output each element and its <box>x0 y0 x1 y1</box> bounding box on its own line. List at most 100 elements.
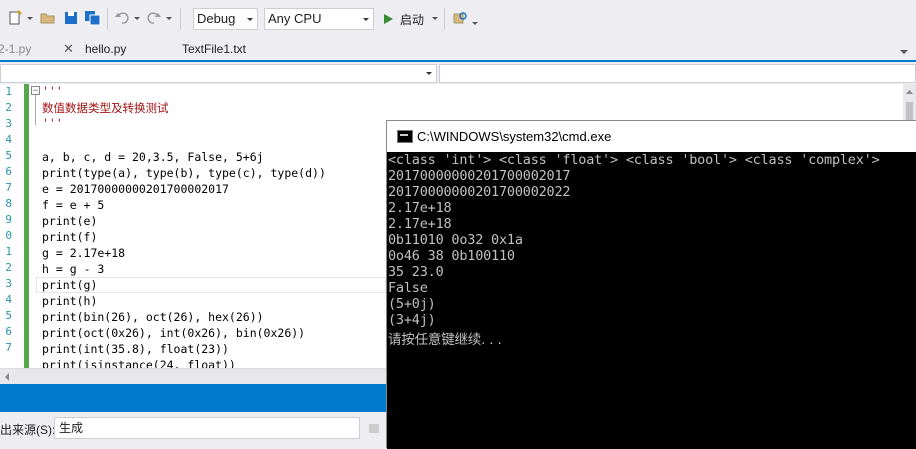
console-line: 请按任意键继续. . . <box>388 332 502 348</box>
line-number: 6 <box>5 325 12 338</box>
scrollbar-thumb[interactable] <box>906 102 913 120</box>
platform-select[interactable]: Any CPU <box>264 8 374 30</box>
scope-select[interactable] <box>0 64 437 83</box>
console-line: 20170000000201700002017 <box>388 168 571 184</box>
change-tracking-bar <box>24 84 29 368</box>
tab-2-1-py[interactable]: 2-1.py <box>0 42 31 56</box>
code-line: print(int(35.8), float(23)) <box>42 342 229 356</box>
output-source-value: 生成 <box>59 421 84 435</box>
console-app-icon <box>397 130 413 143</box>
line-number: 4 <box>5 133 12 146</box>
code-line: print(e) <box>42 214 98 228</box>
code-line: ''' <box>42 116 63 130</box>
new-project-dropdown-icon[interactable] <box>27 17 33 20</box>
line-number: 3 <box>5 277 12 290</box>
tab-label: TextFile1.txt <box>182 42 247 56</box>
output-source-label: 出来源(S): <box>0 423 56 437</box>
code-line: print(oct(0x26), int(0x26), bin(0x26)) <box>42 326 306 340</box>
line-number: 3 <box>5 117 12 130</box>
code-line: h = g - 3 <box>42 262 105 276</box>
horizontal-scrollbar[interactable] <box>0 368 386 384</box>
code-line: print(bin(26), oct(26), hex(26)) <box>42 310 264 324</box>
console-line: 35 23.0 <box>388 264 444 280</box>
new-project-icon[interactable] <box>6 9 24 27</box>
code-line: a, b, c, d = 20,3.5, False, 5+6j <box>42 150 264 164</box>
toolbar-overflow-icon[interactable] <box>472 22 478 25</box>
console-output: <class 'int'> <class 'float'> <class 'bo… <box>387 152 916 449</box>
panel-title-bar <box>0 384 386 412</box>
scroll-up-icon[interactable] <box>903 86 916 98</box>
chevron-down-icon <box>247 18 253 21</box>
solution-config-value: Debug <box>197 11 236 26</box>
close-icon[interactable]: ✕ <box>63 41 74 57</box>
chevron-down-icon <box>426 72 432 75</box>
console-line: False <box>388 280 428 296</box>
code-line: print(f) <box>42 230 98 244</box>
tab-list-dropdown-icon[interactable] <box>899 46 909 56</box>
console-title: C:\WINDOWS\system32\cmd.exe <box>417 129 612 144</box>
undo-icon[interactable] <box>113 9 131 27</box>
code-line: 数值数据类型及转换测试 <box>42 101 169 115</box>
play-icon <box>384 14 393 24</box>
console-line: 2.17e+18 <box>388 216 452 232</box>
document-tab-bar: 2-1.py ✕ hello.py TextFile1.txt <box>0 38 916 62</box>
line-number: 2 <box>5 261 12 274</box>
undo-dropdown-icon[interactable] <box>134 17 140 20</box>
code-line: f = e + 5 <box>42 198 105 212</box>
line-number: 1 <box>5 245 12 258</box>
console-line: 20170000000201700002022 <box>388 184 571 200</box>
code-line: print(type(a), type(b), type(c), type(d)… <box>42 166 326 180</box>
code-line: e = 20170000000201700002017 <box>42 182 229 196</box>
start-dropdown-icon[interactable] <box>432 17 438 20</box>
toolbar-separator <box>107 8 108 30</box>
line-number: 9 <box>5 213 12 226</box>
navigation-bar <box>0 63 916 83</box>
console-line: <class 'int'> <class 'float'> <class 'bo… <box>388 152 880 168</box>
code-line: ''' <box>42 84 63 98</box>
redo-icon[interactable] <box>145 9 163 27</box>
code-line: print(h) <box>42 294 98 308</box>
member-select[interactable] <box>439 64 916 83</box>
line-number: 8 <box>5 197 12 210</box>
scroll-left-icon[interactable] <box>2 372 12 382</box>
toolbar: Debug Any CPU 启动 <box>0 0 916 38</box>
console-line: (3+4j) <box>388 312 436 328</box>
console-line: 2.17e+18 <box>388 200 452 216</box>
save-icon[interactable] <box>62 9 80 27</box>
save-all-icon[interactable] <box>84 9 102 27</box>
output-panel-toolbar: 出来源(S): 生成 <box>0 412 386 448</box>
line-number: 4 <box>5 293 12 306</box>
console-window[interactable]: C:\WINDOWS\system32\cmd.exe <class 'int'… <box>386 120 916 449</box>
platform-value: Any CPU <box>268 11 322 26</box>
line-number: 1 <box>5 85 12 98</box>
line-number: 7 <box>5 181 12 194</box>
redo-dropdown-icon[interactable] <box>166 17 172 20</box>
output-source-select[interactable]: 生成 <box>54 417 360 439</box>
chevron-down-icon <box>363 18 369 21</box>
toolbar-separator <box>180 8 181 30</box>
console-line: 0o46 38 0b100110 <box>388 248 515 264</box>
line-number-gutter: 1 2 3 4 5 6 7 8 9 0 1 2 3 4 5 6 7 <box>0 84 24 368</box>
collapse-region-icon[interactable]: − <box>31 86 40 95</box>
open-folder-icon[interactable] <box>39 9 57 27</box>
tab-hello-py[interactable]: hello.py <box>85 42 126 56</box>
line-number: 5 <box>5 149 12 162</box>
tab-label: hello.py <box>85 42 127 56</box>
console-line: (5+0j) <box>388 296 436 312</box>
outline-guide <box>35 95 36 125</box>
tab-label: 2-1.py <box>0 42 32 56</box>
find-in-files-icon[interactable] <box>451 9 469 27</box>
line-number: 7 <box>5 341 12 354</box>
tab-textfile1-txt[interactable]: TextFile1.txt <box>182 42 246 56</box>
clear-output-icon[interactable] <box>368 422 380 434</box>
code-line: print(isinstance(24, float)) <box>42 358 236 368</box>
line-number: 6 <box>5 165 12 178</box>
console-title-bar[interactable]: C:\WINDOWS\system32\cmd.exe <box>387 121 916 152</box>
line-number: 0 <box>5 229 12 242</box>
line-number: 5 <box>5 309 12 322</box>
console-line: 0b11010 0o32 0x1a <box>388 232 523 248</box>
start-label: 启动 <box>400 12 425 27</box>
toolbar-separator <box>444 8 445 30</box>
solution-config-select[interactable]: Debug <box>193 8 258 30</box>
code-line: print(g) <box>42 278 98 292</box>
